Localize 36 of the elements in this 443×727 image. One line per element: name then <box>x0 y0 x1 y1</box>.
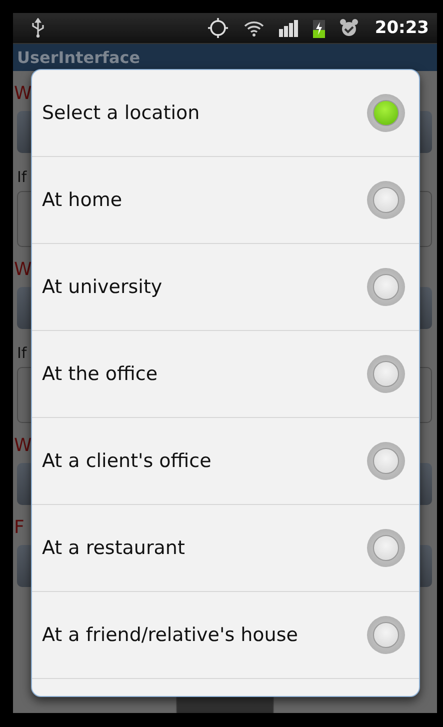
location-option[interactable]: At a friend/relative's house <box>32 592 419 679</box>
radio-button[interactable] <box>367 268 405 306</box>
battery-charging-icon <box>312 18 325 38</box>
field-hint: If <box>17 343 28 363</box>
form-label: F <box>14 516 24 540</box>
location-option[interactable]: At a client's office <box>32 418 419 505</box>
wifi-icon <box>242 19 265 37</box>
option-label: At the office <box>42 363 158 385</box>
location-option[interactable]: At the office <box>32 331 419 418</box>
location-option[interactable]: Select a location <box>32 70 419 157</box>
bottom-button[interactable] <box>176 697 274 713</box>
location-option[interactable]: At university <box>32 244 419 331</box>
signal-icon <box>278 19 299 37</box>
field-hint: If <box>17 167 28 187</box>
form-label: W <box>14 258 32 282</box>
alarm-clock-icon <box>338 18 359 38</box>
app-title: UserInterface <box>17 48 140 67</box>
form-label: W <box>14 434 32 458</box>
option-label: At a restaurant <box>42 537 185 559</box>
radio-button[interactable] <box>367 94 405 132</box>
option-label: At home <box>42 189 122 211</box>
option-label: At a friend/relative's house <box>42 624 298 646</box>
radio-button[interactable] <box>367 616 405 654</box>
location-option[interactable]: At home <box>32 157 419 244</box>
radio-button[interactable] <box>367 442 405 480</box>
form-label: W <box>14 82 32 106</box>
location-option[interactable]: At a restaurant <box>32 505 419 592</box>
usb-icon <box>31 18 45 38</box>
radio-button[interactable] <box>367 355 405 393</box>
clock-time: 20:23 <box>374 18 429 38</box>
gps-icon <box>206 17 229 39</box>
option-label: At a client's office <box>42 450 212 472</box>
option-label: At university <box>42 276 162 298</box>
radio-button[interactable] <box>367 181 405 219</box>
option-label: Select a location <box>42 102 200 124</box>
radio-button[interactable] <box>367 529 405 567</box>
